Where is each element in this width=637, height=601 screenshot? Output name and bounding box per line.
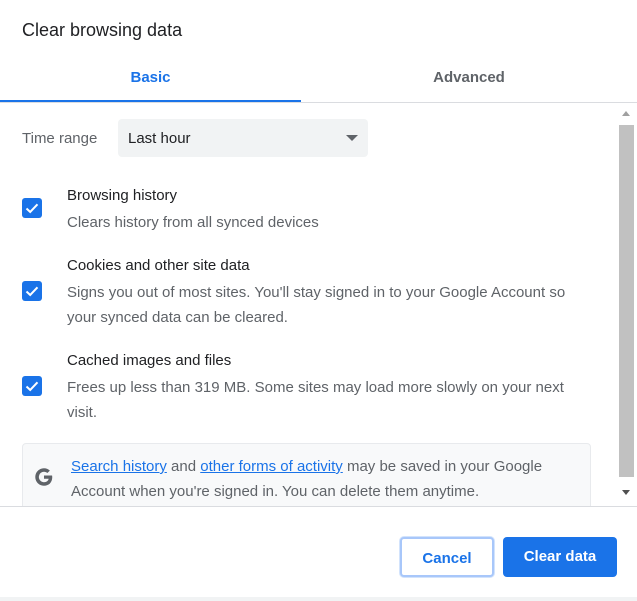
time-range-select[interactable]: Last hour [118, 119, 368, 157]
content-scrollbar[interactable] [616, 103, 637, 506]
option-description: Frees up less than 319 MB. Some sites ma… [67, 379, 564, 421]
browsing-history-checkbox[interactable] [22, 198, 42, 218]
search-history-link[interactable]: Search history [71, 458, 167, 475]
dialog-title: Clear browsing data [22, 20, 183, 40]
notice-text-part: and [166, 458, 201, 475]
checkmark-icon [25, 381, 39, 392]
time-range-label: Time range [22, 130, 98, 147]
option-description: Clears history from all synced devices [67, 214, 319, 231]
google-activity-notice: Search history and other forms of activi… [22, 443, 591, 506]
option-text: Cached images and files Frees up less th… [67, 350, 597, 425]
caret-down-icon [346, 135, 358, 141]
option-title: Browsing history [67, 187, 178, 204]
option-browsing-history: Browsing history Clears history from all… [22, 185, 602, 235]
tab-bar: Basic Advanced [0, 56, 637, 103]
option-title: Cached images and files [67, 352, 232, 369]
option-cached-images: Cached images and files Frees up less th… [22, 350, 602, 425]
checkmark-icon [25, 203, 39, 214]
notice-text: Search history and other forms of activi… [71, 454, 586, 504]
cookies-checkbox[interactable] [22, 281, 42, 301]
tab-advanced[interactable]: Advanced [301, 56, 637, 100]
option-cookies: Cookies and other site data Signs you ou… [22, 255, 602, 330]
dialog-footer: Cancel Clear data [0, 506, 637, 597]
clear-data-button[interactable]: Clear data [503, 537, 617, 577]
option-text: Browsing history Clears history from all… [67, 185, 597, 235]
option-text: Cookies and other site data Signs you ou… [67, 255, 597, 330]
option-description: Signs you out of most sites. You'll stay… [67, 284, 566, 326]
scroll-down-arrow-icon[interactable] [622, 490, 630, 495]
checkmark-icon [25, 286, 39, 297]
other-activity-link[interactable]: other forms of activity [200, 458, 343, 475]
cancel-button[interactable]: Cancel [400, 537, 494, 577]
dialog-content: Time range Last hour Browsing history Cl… [0, 103, 616, 506]
option-title: Cookies and other site data [67, 257, 250, 274]
scroll-up-arrow-icon[interactable] [622, 111, 630, 116]
cached-images-checkbox[interactable] [22, 376, 42, 396]
time-range-value: Last hour [128, 130, 191, 147]
tab-basic[interactable]: Basic [0, 56, 301, 102]
google-g-icon [35, 468, 53, 486]
clear-browsing-data-dialog: Clear browsing data Basic Advanced Time … [0, 0, 637, 597]
time-range-row: Time range Last hour [22, 119, 382, 157]
scrollbar-thumb[interactable] [619, 125, 634, 477]
